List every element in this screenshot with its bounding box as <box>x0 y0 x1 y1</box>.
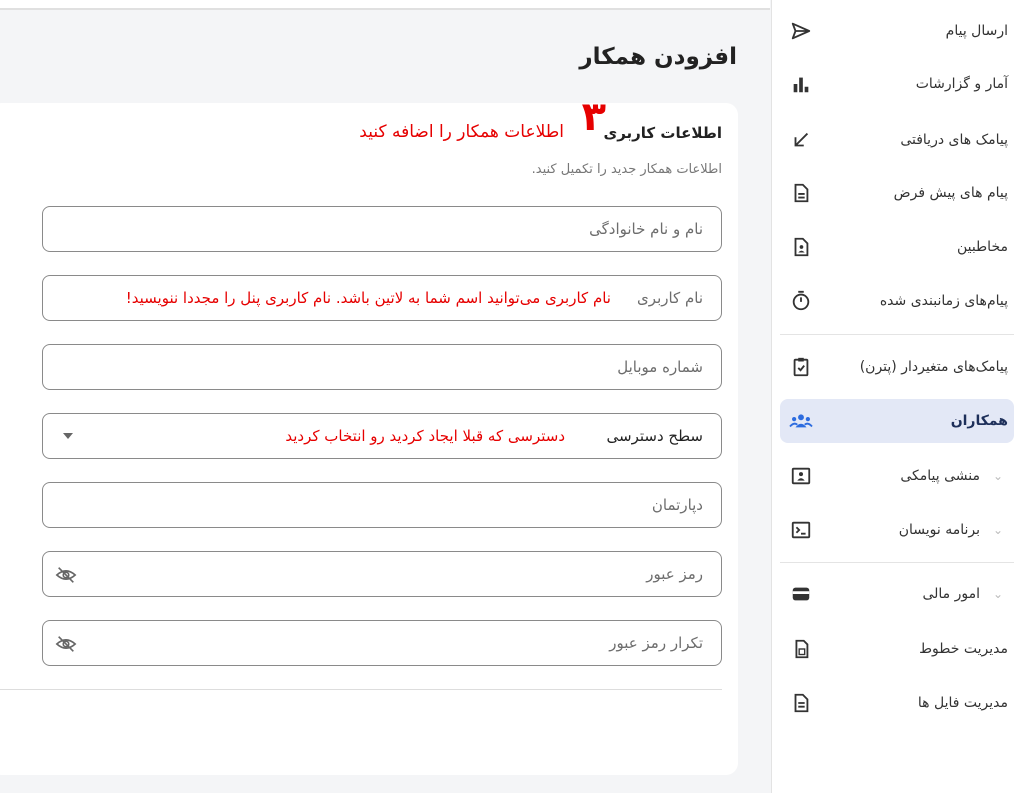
sidebar-item-pattern-sms[interactable]: پیامک‌های متغیردار (پترن) <box>780 345 1014 389</box>
sidebar-item-send-message[interactable]: ارسال پیام <box>780 9 1014 53</box>
chevron-down-icon[interactable]: ⌄ <box>988 587 1008 601</box>
sim-card-icon <box>788 636 814 662</box>
sidebar-item-sms-secretary[interactable]: منشی پیامکی ⌄ <box>780 454 1014 498</box>
sidebar-item-label: همکاران <box>950 413 1008 429</box>
page-title: افزودن همکار <box>579 44 737 70</box>
sidebar-divider <box>780 334 1014 335</box>
mobile-placeholder: شماره موبایل <box>617 358 703 376</box>
step-annotation: اطلاعات همکار را اضافه کنید <box>359 122 564 142</box>
username-field[interactable]: نام کاربری نام کاربری می‌توانید اسم شما … <box>42 275 722 321</box>
sidebar-item-label: پیام های پیش فرض <box>893 185 1008 201</box>
sidebar-item-contacts[interactable]: مخاطبین <box>780 225 1014 269</box>
bar-chart-icon <box>788 71 814 97</box>
clipboard-check-icon <box>788 354 814 380</box>
wallet-icon <box>788 581 814 607</box>
sidebar-divider <box>780 562 1014 563</box>
sidebar-item-scheduled[interactable]: پیام‌های زمانبندی شده <box>780 279 1014 323</box>
timer-icon <box>788 288 814 314</box>
section-title: اطلاعات کاربری <box>603 124 722 142</box>
access-annotation: دسترسی که قبلا ایجاد کردید رو انتخاب کرد… <box>285 427 565 445</box>
username-placeholder: نام کاربری <box>637 289 703 307</box>
arrow-down-left-icon <box>788 127 814 153</box>
contact-icon <box>788 234 814 260</box>
file-icon <box>788 690 814 716</box>
username-annotation: نام کاربری می‌توانید اسم شما به لاتین با… <box>125 289 611 307</box>
sidebar-item-label: مخاطبین <box>956 239 1008 255</box>
fullname-placeholder: نام و نام خانوادگی <box>589 220 703 238</box>
department-placeholder: دپارتمان <box>651 496 703 514</box>
sidebar-item-default-messages[interactable]: پیام های پیش فرض <box>780 171 1014 215</box>
sidebar-item-label: مدیریت خطوط <box>919 641 1008 657</box>
sidebar-item-label: امور مالی <box>922 586 980 602</box>
sidebar-item-lines[interactable]: مدیریت خطوط <box>780 627 1014 671</box>
sidebar-item-label: منشی پیامکی <box>900 468 980 484</box>
sidebar-item-finance[interactable]: امور مالی ⌄ <box>780 572 1014 616</box>
users-icon <box>788 408 814 434</box>
sidebar-item-label: پیامک‌های متغیردار (پترن) <box>859 359 1008 375</box>
sidebar-item-label: پیام‌های زمانبندی شده <box>879 293 1008 309</box>
sidebar: ارسال پیام آمار و گزارشات پیامک های دریا… <box>771 0 1024 793</box>
department-field[interactable]: دپارتمان <box>42 482 722 528</box>
sidebar-item-received-sms[interactable]: پیامک های دریافتی <box>780 118 1014 162</box>
send-icon <box>788 18 814 44</box>
password-confirm-field[interactable]: تکرار رمز عبور <box>42 620 722 666</box>
caret-down-icon[interactable] <box>63 433 73 439</box>
sidebar-item-colleagues[interactable]: همکاران <box>780 399 1014 443</box>
sidebar-item-label: ارسال پیام <box>945 23 1008 39</box>
eye-off-icon[interactable] <box>55 564 77 586</box>
fullname-field[interactable]: نام و نام خانوادگی <box>42 206 722 252</box>
password-placeholder: رمز عبور <box>646 565 703 583</box>
access-level-value: سطح دسترسی <box>606 427 703 445</box>
section-description: اطلاعات همکار جدید را تکمیل کنید. <box>531 162 722 177</box>
sidebar-item-developers[interactable]: برنامه نویسان ⌄ <box>780 508 1014 552</box>
sidebar-item-label: پیامک های دریافتی <box>900 132 1008 148</box>
id-card-icon <box>788 463 814 489</box>
document-icon <box>788 180 814 206</box>
mobile-field[interactable]: شماره موبایل <box>42 344 722 390</box>
form-divider <box>0 689 722 690</box>
step-number-annotation: ۳ <box>581 94 606 140</box>
access-level-select[interactable]: سطح دسترسی دسترسی که قبلا ایجاد کردید رو… <box>42 413 722 459</box>
sidebar-item-label: آمار و گزارشات <box>915 76 1008 92</box>
terminal-icon <box>788 517 814 543</box>
sidebar-item-label: برنامه نویسان <box>898 522 980 538</box>
eye-off-icon[interactable] <box>55 633 77 655</box>
sidebar-item-reports[interactable]: آمار و گزارشات <box>780 62 1014 106</box>
sidebar-item-label: مدیریت فایل ها <box>917 695 1008 711</box>
password-field[interactable]: رمز عبور <box>42 551 722 597</box>
sidebar-item-files[interactable]: مدیریت فایل ها <box>780 681 1014 725</box>
password-confirm-placeholder: تکرار رمز عبور <box>609 634 703 652</box>
chevron-down-icon[interactable]: ⌄ <box>988 469 1008 483</box>
chevron-down-icon[interactable]: ⌄ <box>988 523 1008 537</box>
top-border <box>0 0 770 10</box>
